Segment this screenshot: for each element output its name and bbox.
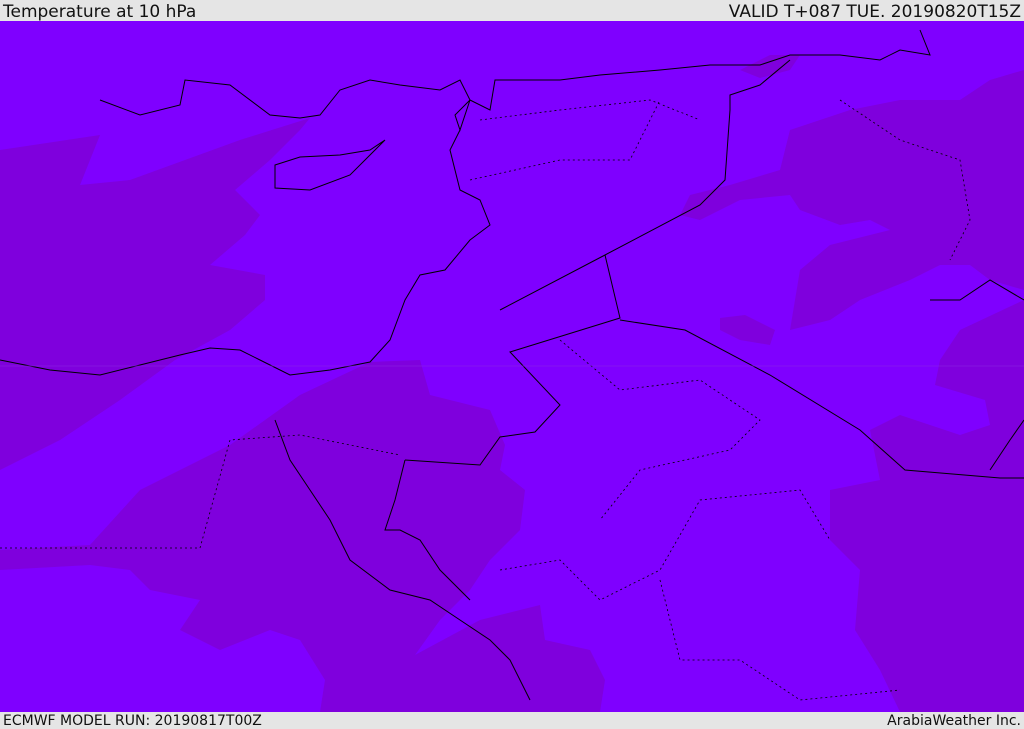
credit: ArabiaWeather Inc. — [887, 713, 1021, 729]
header-bar: Temperature at 10 hPa VALID T+087 TUE. 2… — [0, 0, 1024, 21]
model-run: ECMWF MODEL RUN: 20190817T00Z — [3, 713, 262, 729]
footer-bar: ECMWF MODEL RUN: 20190817T00Z ArabiaWeat… — [0, 712, 1024, 729]
valid-time: VALID T+087 TUE. 20190820T15Z — [728, 2, 1021, 22]
map-title: Temperature at 10 hPa — [3, 2, 197, 22]
temperature-map[interactable] — [0, 21, 1024, 712]
